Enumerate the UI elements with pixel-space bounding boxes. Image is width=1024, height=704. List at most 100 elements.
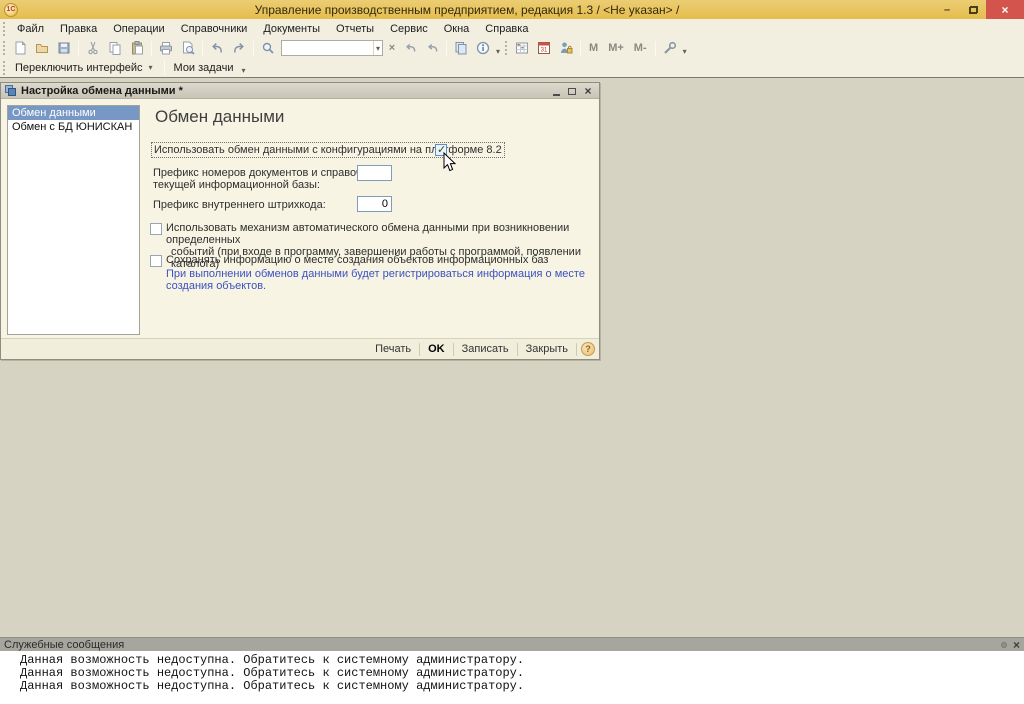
minimize-button[interactable]: – <box>934 0 960 19</box>
quick-search-combo: ▾ <box>281 40 383 56</box>
dialog-title: Настройка обмена данными * <box>21 84 183 97</box>
messages-panel-header[interactable]: Служебные сообщения × <box>0 637 1024 651</box>
toolbar-grip[interactable] <box>505 41 508 55</box>
open-icon[interactable] <box>31 39 53 57</box>
button-separator <box>452 342 454 356</box>
page-title: Обмен данными <box>155 107 285 126</box>
minimize-icon: – <box>943 3 951 16</box>
messages-panel-title: Служебные сообщения <box>4 638 125 651</box>
print-preview-icon[interactable] <box>177 39 199 57</box>
use-exchange-checkbox[interactable] <box>435 143 447 156</box>
dialog-minimize-button[interactable] <box>548 84 564 98</box>
menu-operations[interactable]: Операции <box>105 21 172 37</box>
cut-icon[interactable] <box>82 39 104 57</box>
menu-catalogs[interactable]: Справочники <box>173 21 256 37</box>
interface-toolbar: Переключить интерфейс ▾ Мои задачи ▾ <box>0 58 1024 77</box>
menu-reports[interactable]: Отчеты <box>328 21 382 37</box>
main-toolbar: ▾ × ▾ 31 M M+ M- ▾ <box>0 38 1024 58</box>
calc-memory-subtract-button[interactable]: M- <box>629 42 652 54</box>
new-document-icon[interactable] <box>9 39 31 57</box>
dialog-window-controls: × <box>548 83 596 99</box>
button-separator <box>419 342 421 356</box>
prefix-docs-input[interactable] <box>357 165 392 181</box>
restore-icon <box>968 5 978 14</box>
dialog-button-bar: Печать OK Записать Закрыть ? <box>1 338 599 359</box>
menu-documents[interactable]: Документы <box>255 21 328 37</box>
dialog-close-icon: × <box>584 84 592 98</box>
table-board-icon[interactable] <box>511 39 533 57</box>
button-separator <box>516 342 518 356</box>
window-controls: – × <box>934 0 1024 19</box>
paste-icon[interactable] <box>126 39 148 57</box>
quick-search-input[interactable] <box>282 42 373 54</box>
clipboard-copy-icon[interactable] <box>450 39 472 57</box>
print-button[interactable]: Печать <box>368 341 418 357</box>
save-icon[interactable] <box>53 39 75 57</box>
messages-panel-body: Данная возможность недоступна. Обратитес… <box>0 651 1024 704</box>
undo-icon[interactable] <box>206 39 228 57</box>
svg-text:31: 31 <box>541 48 548 54</box>
calc-memory-add-button[interactable]: M+ <box>603 42 629 54</box>
toolbar-separator <box>654 40 656 56</box>
toolbar-separator <box>446 40 447 56</box>
ifacebar-grip[interactable] <box>3 60 5 75</box>
dialog-close-button[interactable]: × <box>580 84 596 98</box>
info-dropdown-icon[interactable]: ▾ <box>494 47 502 56</box>
main-titlebar[interactable]: 1С Управление производственным предприят… <box>0 0 1024 19</box>
info-icon[interactable] <box>472 39 494 57</box>
write-button[interactable]: Записать <box>455 341 516 357</box>
save-location-checkbox[interactable] <box>150 255 162 267</box>
auto-exchange-checkbox[interactable] <box>150 223 162 235</box>
search-forward-icon[interactable] <box>421 39 443 57</box>
restore-button[interactable] <box>960 0 986 19</box>
menu-bar: Файл Правка Операции Справочники Докумен… <box>0 19 1024 38</box>
search-dropdown-icon[interactable]: ▾ <box>372 41 382 55</box>
prefix-barcode-input[interactable] <box>357 196 392 212</box>
menu-service[interactable]: Сервис <box>382 21 436 37</box>
menubar-grip[interactable] <box>3 21 5 36</box>
nav-item-exchange[interactable]: Обмен данными <box>8 106 139 120</box>
switch-interface-dropdown-icon: ▾ <box>148 63 153 72</box>
use-exchange-label[interactable]: Использовать обмен данными с конфигураци… <box>151 142 505 158</box>
save-location-label: Сохранять информацию о месте создания об… <box>166 254 549 266</box>
messages-close-icon[interactable]: × <box>1013 639 1020 651</box>
nav-item-uniscan[interactable]: Обмен с БД ЮНИСКАН <box>8 120 139 134</box>
close-button[interactable]: × <box>986 0 1024 19</box>
my-tasks-dropdown-icon[interactable]: ▾ <box>239 66 247 75</box>
services-dropdown-icon[interactable]: ▾ <box>681 47 689 56</box>
form-icon <box>5 85 16 96</box>
menu-file[interactable]: Файл <box>9 21 52 37</box>
toolbar-separator <box>202 40 203 56</box>
help-button[interactable]: ? <box>581 342 595 356</box>
search-back-icon[interactable] <box>399 39 421 57</box>
dialog-maximize-button[interactable] <box>564 84 580 98</box>
redo-icon[interactable] <box>228 39 250 57</box>
dialog-titlebar[interactable]: Настройка обмена данными * × <box>1 83 599 99</box>
pin-icon[interactable] <box>1000 642 1007 648</box>
switch-interface-button[interactable]: Переключить интерфейс ▾ <box>9 60 161 76</box>
services-wrench-icon[interactable] <box>659 39 681 57</box>
user-lock-icon[interactable] <box>555 39 577 57</box>
menu-help[interactable]: Справка <box>477 21 536 37</box>
clear-search-icon[interactable]: × <box>385 39 399 57</box>
my-tasks-button[interactable]: Мои задачи <box>168 60 240 76</box>
button-separator <box>576 342 577 356</box>
menu-windows[interactable]: Окна <box>436 21 478 37</box>
exchange-settings-dialog: Настройка обмена данными * × Обмен данны… <box>0 82 600 360</box>
search-icon[interactable] <box>257 39 279 57</box>
calc-memory-recall-button[interactable]: M <box>584 42 603 54</box>
copy-icon[interactable] <box>104 39 126 57</box>
close-dialog-button[interactable]: Закрыть <box>519 341 575 357</box>
print-icon[interactable] <box>155 39 177 57</box>
mdi-workspace: Настройка обмена данными * × Обмен данны… <box>0 78 1024 637</box>
toolbar-separator <box>78 40 79 56</box>
calendar-icon[interactable]: 31 <box>533 39 555 57</box>
my-tasks-label: Мои задачи <box>173 61 234 74</box>
ok-button[interactable]: OK <box>421 341 452 357</box>
menu-edit[interactable]: Правка <box>52 21 105 37</box>
toolbar-separator <box>163 60 165 75</box>
toolbar-grip[interactable] <box>3 41 5 55</box>
switch-interface-label: Переключить интерфейс <box>15 61 143 74</box>
toolbar-separator <box>253 40 254 56</box>
dialog-maximize-icon <box>568 87 576 95</box>
